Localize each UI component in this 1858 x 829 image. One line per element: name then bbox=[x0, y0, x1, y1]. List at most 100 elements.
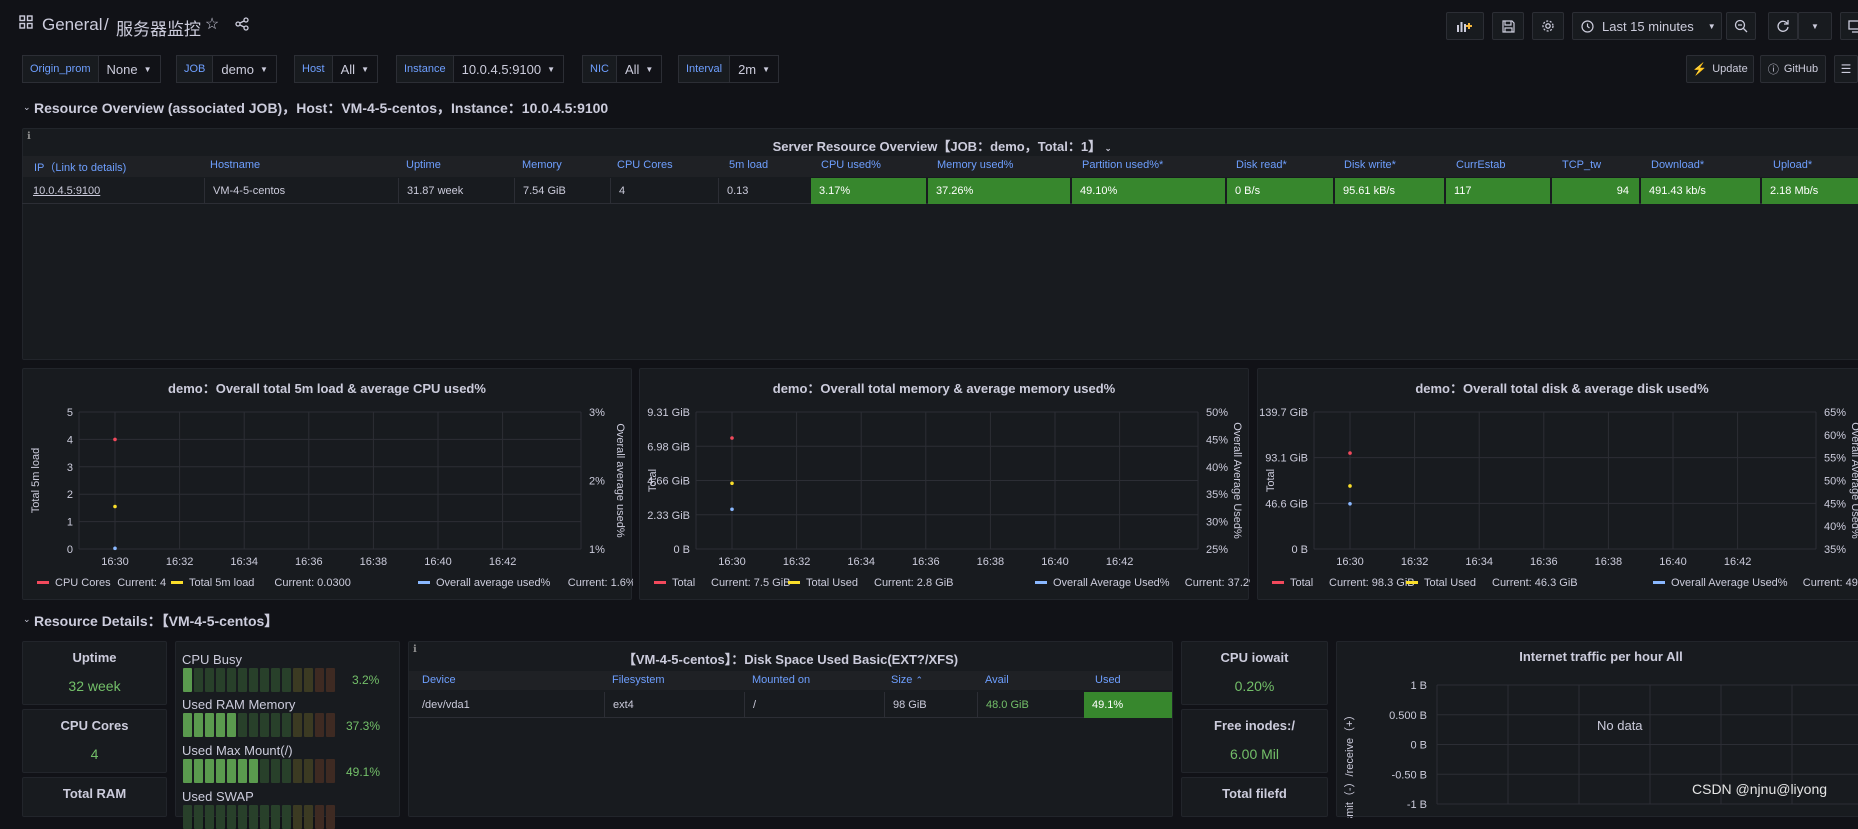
settings-button[interactable] bbox=[1532, 12, 1564, 40]
refresh-interval-dropdown[interactable]: ▼ bbox=[1798, 12, 1832, 40]
y2-tick-label: 60% bbox=[1824, 430, 1846, 442]
col-header-avail[interactable]: Avail bbox=[985, 674, 1009, 686]
chevron-down-icon[interactable]: ⌄ bbox=[23, 614, 31, 625]
bar-cell bbox=[271, 805, 280, 829]
col-header-cpu-cores[interactable]: CPU Cores bbox=[617, 159, 673, 171]
stat-title[interactable]: Total RAM bbox=[23, 786, 166, 801]
bar-cell bbox=[304, 805, 313, 829]
col-header-disk-write[interactable]: Disk write* bbox=[1344, 159, 1396, 171]
col-header-disk-read[interactable]: Disk read* bbox=[1236, 159, 1287, 171]
bar-gauge-max-mount bbox=[183, 759, 335, 783]
panel-title-text: Server Resource Overview【JOB：demo，Total：… bbox=[772, 139, 1102, 154]
legend-series-name[interactable]: Total bbox=[1290, 577, 1313, 589]
cell-hostname: VM-4-5-centos bbox=[204, 178, 396, 204]
col-header-device[interactable]: Device bbox=[422, 674, 456, 686]
y-tick-label: 2.33 GiB bbox=[647, 510, 690, 522]
var-select[interactable]: 10.0.4.5:9100 ▼ bbox=[453, 55, 565, 83]
github-link[interactable]: ⓘ GitHub bbox=[1760, 55, 1826, 83]
y2-tick-label: 30% bbox=[1206, 517, 1228, 529]
y2-tick-label: 45% bbox=[1206, 434, 1228, 446]
cell-ip-link[interactable]: 10.0.4.5:9100 bbox=[25, 178, 205, 204]
legend-series-name[interactable]: CPU Cores bbox=[55, 577, 111, 589]
share-icon[interactable] bbox=[234, 16, 250, 32]
col-header-filesystem[interactable]: Filesystem bbox=[612, 674, 665, 686]
stat-title[interactable]: CPU iowait bbox=[1182, 650, 1327, 665]
bar-cell bbox=[260, 759, 269, 783]
stat-title[interactable]: Total filefd bbox=[1182, 786, 1327, 801]
star-icon[interactable]: ☆ bbox=[204, 16, 220, 33]
legend-series-name[interactable]: Total 5m load bbox=[189, 577, 254, 589]
x-tick-label: 16:30 bbox=[718, 556, 746, 568]
legend-series-name[interactable]: Total Used bbox=[806, 577, 858, 589]
col-header-uptime[interactable]: Uptime bbox=[406, 159, 441, 171]
legend-series-name[interactable]: Overall Average Used% bbox=[1671, 577, 1788, 589]
var-job[interactable]: JOB demo ▼ bbox=[176, 55, 277, 83]
col-header-download[interactable]: Download* bbox=[1651, 159, 1704, 171]
col-header-hostname[interactable]: Hostname bbox=[210, 159, 260, 171]
var-select[interactable]: All ▼ bbox=[616, 55, 663, 83]
update-link[interactable]: ⚡ Update bbox=[1686, 55, 1754, 83]
var-select[interactable]: 2m ▼ bbox=[730, 55, 780, 83]
col-header-partition-used[interactable]: Partition used%* bbox=[1082, 159, 1163, 171]
col-header-cpu-used[interactable]: CPU used% bbox=[821, 159, 881, 171]
bar-cell bbox=[205, 668, 214, 692]
col-header-mounted-on[interactable]: Mounted on bbox=[752, 674, 810, 686]
col-header-size[interactable]: Size ⌃ bbox=[891, 674, 923, 686]
y2-axis-label: Overall Average Used% bbox=[1849, 422, 1858, 539]
bar-cell bbox=[205, 713, 214, 737]
panel-title[interactable]: Server Resource Overview【JOB：demo，Total：… bbox=[23, 136, 1858, 155]
bar-cell bbox=[238, 805, 247, 829]
x-tick-label: 16:38 bbox=[360, 556, 388, 568]
bar-cell bbox=[293, 759, 302, 783]
var-nic[interactable]: NIC All ▼ bbox=[582, 55, 663, 83]
menu-button[interactable]: ☰ bbox=[1834, 55, 1858, 83]
col-header-memory[interactable]: Memory bbox=[522, 159, 562, 171]
stat-value: 32 week bbox=[68, 678, 121, 694]
col-header-5m-load[interactable]: 5m load bbox=[729, 159, 768, 171]
var-origin-prom[interactable]: Origin_prom None ▼ bbox=[22, 55, 161, 83]
add-panel-button[interactable] bbox=[1446, 12, 1484, 40]
tv-mode-button[interactable] bbox=[1840, 12, 1858, 40]
legend-swatch bbox=[171, 581, 183, 584]
legend-series-name[interactable]: Overall average used% bbox=[436, 577, 551, 589]
stat-title[interactable]: Free inodes:/ bbox=[1182, 718, 1327, 733]
x-tick-label: 16:34 bbox=[847, 556, 875, 568]
legend-swatch bbox=[1035, 581, 1047, 584]
chevron-down-icon[interactable]: ⌄ bbox=[23, 102, 31, 113]
stat-title[interactable]: Uptime bbox=[23, 650, 166, 665]
add-panel-icon bbox=[1456, 19, 1474, 33]
cell-avail: 48.0 GiB bbox=[977, 692, 1082, 718]
x-tick-label: 16:36 bbox=[295, 556, 323, 568]
row-title-overview[interactable]: Resource Overview (associated JOB)，Host：… bbox=[34, 98, 608, 118]
bar-cell bbox=[194, 668, 203, 692]
time-picker[interactable]: Last 15 minutes ▼ bbox=[1572, 12, 1722, 40]
chart-disk: 139.7 GiB 93.1 GiB 46.6 GiB 0 B 65% 60% 55% 50%… bbox=[1259, 407, 1858, 589]
row-title-details[interactable]: Resource Details：【VM-4-5-centos】 bbox=[34, 611, 278, 631]
col-header-memory-used[interactable]: Memory used% bbox=[937, 159, 1013, 171]
bar-gauge-cpu-busy bbox=[183, 668, 335, 692]
var-instance[interactable]: Instance 10.0.4.5:9100 ▼ bbox=[396, 55, 565, 83]
var-select[interactable]: None ▼ bbox=[98, 55, 161, 83]
cell-download: 491.43 kb/s bbox=[1641, 178, 1760, 204]
legend-series-name[interactable]: Total bbox=[672, 577, 695, 589]
var-select[interactable]: All ▼ bbox=[332, 55, 378, 83]
legend-series-name[interactable]: Total Used bbox=[1424, 577, 1476, 589]
col-header-ip[interactable]: IP（Link to details) bbox=[34, 159, 126, 175]
var-interval[interactable]: Interval 2m ▼ bbox=[678, 55, 780, 83]
panel-title[interactable]: 【VM-4-5-centos】：Disk Space Used Basic(EX… bbox=[409, 649, 1172, 668]
apps-grid-icon[interactable] bbox=[18, 14, 34, 30]
col-header-used[interactable]: Used bbox=[1095, 674, 1121, 686]
stat-title[interactable]: CPU Cores bbox=[23, 718, 166, 733]
col-header-upload[interactable]: Upload* bbox=[1773, 159, 1812, 171]
var-host[interactable]: Host All ▼ bbox=[294, 55, 378, 83]
var-select[interactable]: demo ▼ bbox=[213, 55, 277, 83]
stat-value: 0.20% bbox=[1234, 678, 1275, 694]
zoom-out-button[interactable] bbox=[1726, 12, 1756, 40]
legend-series-name[interactable]: Overall Average Used% bbox=[1053, 577, 1170, 589]
col-header-tcp-tw[interactable]: TCP_tw bbox=[1562, 159, 1601, 171]
breadcrumb-folder[interactable]: General bbox=[42, 15, 102, 35]
col-header-currestab[interactable]: CurrEstab bbox=[1456, 159, 1506, 171]
refresh-button[interactable] bbox=[1768, 12, 1798, 40]
save-dashboard-button[interactable] bbox=[1492, 12, 1524, 40]
cell-currestab: 117 bbox=[1446, 178, 1550, 204]
